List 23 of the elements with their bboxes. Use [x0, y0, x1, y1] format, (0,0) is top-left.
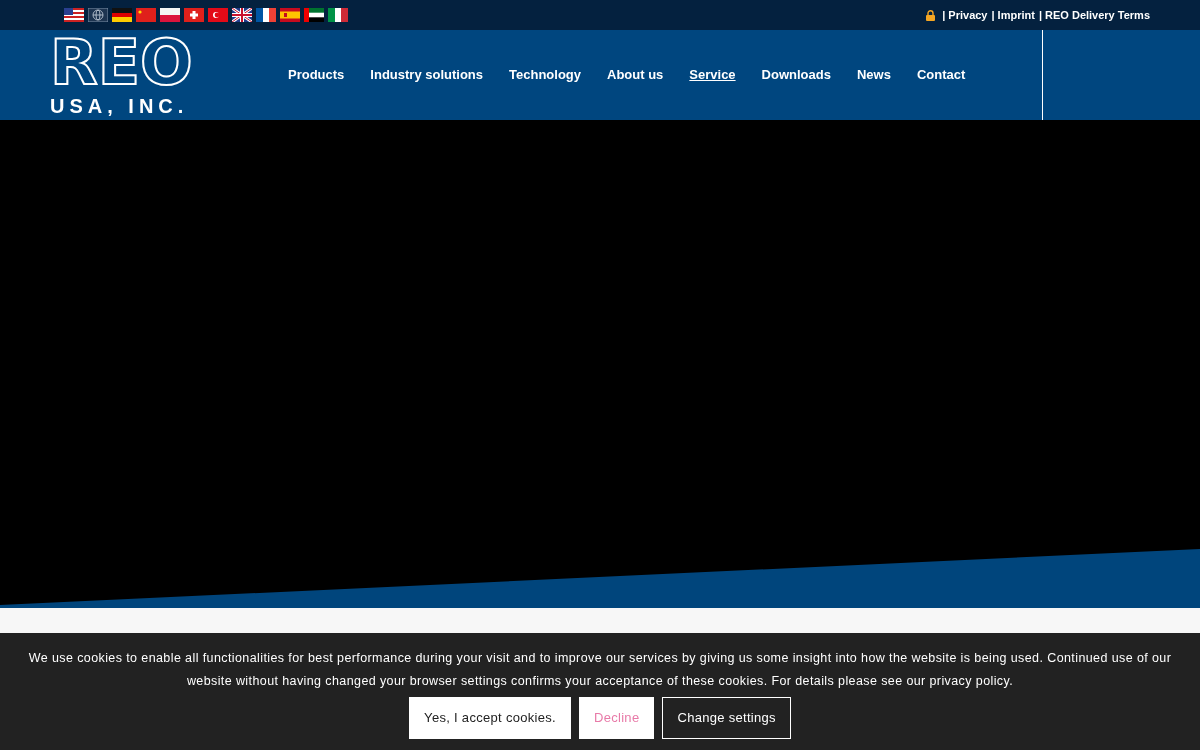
nav-link[interactable]: Downloads — [761, 65, 831, 85]
nav-link[interactable]: Industry solutions — [370, 65, 483, 85]
accept-button[interactable]: Yes, I accept cookies. — [409, 697, 571, 739]
lock-icon — [926, 9, 936, 21]
nav-link[interactable]: Technology — [509, 65, 581, 85]
nav-link[interactable]: Products — [288, 65, 345, 85]
settings-button[interactable]: Change settings — [662, 697, 791, 739]
globe-icon[interactable] — [88, 8, 108, 22]
flag-icon[interactable] — [304, 8, 324, 22]
flag-icon[interactable] — [112, 8, 132, 22]
flag-icon[interactable] — [232, 8, 252, 22]
nav-link[interactable]: News — [856, 65, 891, 85]
nav-link[interactable]: Service — [689, 65, 736, 85]
nav-link[interactable]: Contact — [916, 65, 966, 85]
top-link[interactable]: | Privacy — [942, 6, 988, 24]
nav-link[interactable]: About us — [607, 65, 664, 85]
flag-icon[interactable] — [256, 8, 276, 22]
flag-icon[interactable] — [64, 8, 84, 22]
top-link[interactable]: | Imprint — [991, 6, 1035, 24]
top-link[interactable]: | REO Delivery Terms — [1038, 6, 1150, 24]
logo-subtitle: USA, INC. — [50, 96, 190, 117]
logo-wordmark[interactable]: REO — [50, 33, 288, 93]
cookie-notice-text: We use cookies to enable all functionalities for best performance during your visit and to improve our services by giving us some insight into how the website is being used. Continued use of our website without having changed your browser settings confirms your acceptance of these cookies. For details please see our privacy policy. — [27, 650, 1173, 690]
